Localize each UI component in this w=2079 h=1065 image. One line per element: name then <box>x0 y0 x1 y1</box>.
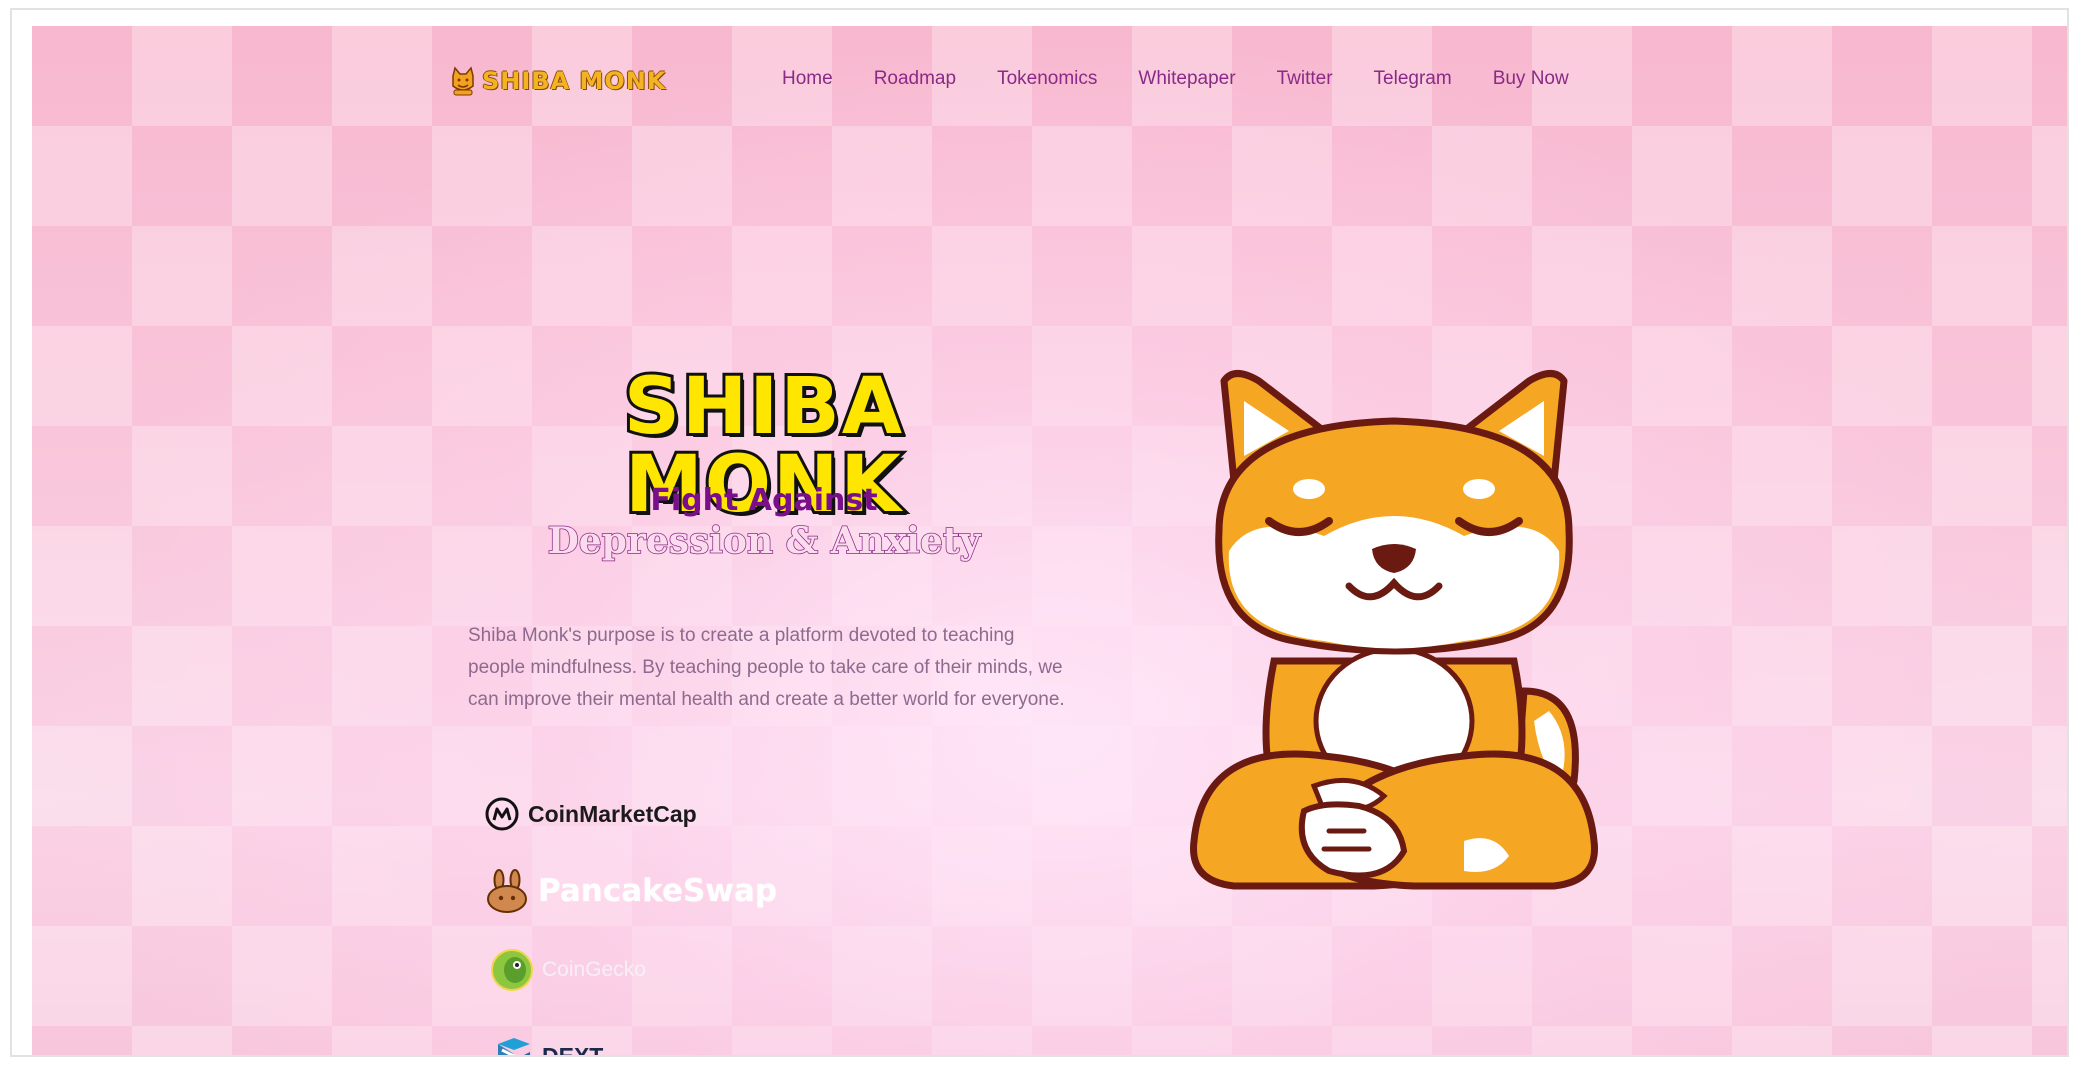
meditating-shiba-mascot <box>1190 370 1598 890</box>
hero-page: SHIBA MONK Home Roadmap Tokenomics White… <box>32 26 2067 1056</box>
dext-label: DEXT <box>542 1042 604 1056</box>
pancakeswap-bunny-icon <box>487 869 527 913</box>
shiba-logo-icon <box>452 66 474 96</box>
partner-coinmarketcap[interactable]: CoinMarketCap <box>484 796 697 832</box>
brand-logo[interactable]: SHIBA MONK <box>450 66 667 96</box>
top-nav: SHIBA MONK Home Roadmap Tokenomics White… <box>450 56 1569 106</box>
browser-frame: SHIBA MONK Home Roadmap Tokenomics White… <box>10 8 2069 1057</box>
nav-menu: Home Roadmap Tokenomics Whitepaper Twitt… <box>782 68 1610 90</box>
partner-coingecko[interactable]: CoinGecko <box>490 948 646 992</box>
dext-icon <box>498 1038 530 1055</box>
nav-home[interactable]: Home <box>782 68 833 90</box>
nav-tokenomics[interactable]: Tokenomics <box>997 68 1097 90</box>
coinmarketcap-label: CoinMarketCap <box>528 800 697 827</box>
nav-roadmap[interactable]: Roadmap <box>874 68 956 90</box>
partner-dext[interactable]: DEXT <box>494 1036 604 1056</box>
pancakeswap-label: PancakeSwap <box>538 873 778 909</box>
hero-subtitle-fight: Fight Against <box>650 483 878 518</box>
coinmarketcap-icon <box>485 797 519 831</box>
nav-telegram[interactable]: Telegram <box>1374 68 1452 90</box>
nav-twitter[interactable]: Twitter <box>1277 68 1333 90</box>
brand-name: SHIBA MONK <box>482 67 667 95</box>
hero-subtitle-depression: Depression & Anxiety <box>547 519 981 563</box>
coingecko-icon <box>491 949 533 991</box>
partner-pancakeswap[interactable]: PancakeSwap <box>484 868 777 914</box>
hero-description: Shiba Monk's purpose is to create a plat… <box>468 625 1065 710</box>
nav-whitepaper[interactable]: Whitepaper <box>1138 68 1235 90</box>
nav-buy-now[interactable]: Buy Now <box>1493 68 1569 90</box>
coingecko-label: CoinGecko <box>542 958 646 981</box>
